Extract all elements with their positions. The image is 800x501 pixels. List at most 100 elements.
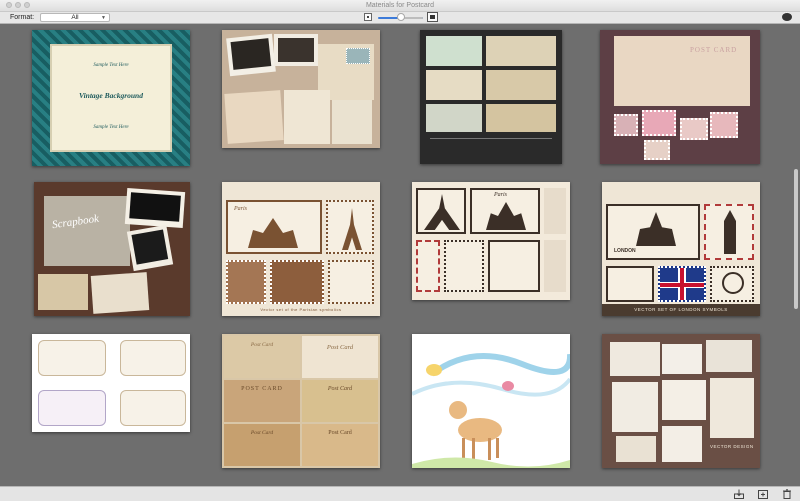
luggage-tag — [38, 340, 106, 376]
paris-label: Paris — [494, 192, 508, 198]
template-card — [426, 36, 482, 66]
vintage-frame: Sample Text Here Vintage Background Samp… — [50, 44, 172, 152]
title-bar: Materials for Postcard — [0, 0, 800, 12]
stamp — [328, 260, 374, 304]
photo-frame — [226, 33, 276, 77]
chevron-down-icon: ▼ — [101, 15, 106, 21]
sacre-coeur-icon — [486, 202, 526, 230]
eiffel-tower-icon — [342, 208, 362, 250]
post-card-label: Post Card — [250, 342, 274, 348]
format-select[interactable]: All ▼ — [40, 13, 110, 22]
big-ben-icon — [724, 210, 736, 254]
postcard: POST CARD — [614, 36, 750, 106]
eiffel-stamp — [416, 188, 466, 234]
stamp — [444, 240, 484, 292]
stamp — [544, 240, 566, 292]
stamp — [270, 260, 324, 304]
thumbnail-deer-illustration[interactable] — [412, 334, 570, 468]
thumbnail-photo-frames[interactable] — [222, 30, 380, 148]
paper-card — [706, 340, 752, 372]
clock-icon — [722, 272, 744, 294]
paper-card — [710, 378, 754, 438]
window-title: Materials for Postcard — [365, 2, 435, 9]
sample-text-top: Sample Text Here — [93, 63, 129, 68]
paper-note — [284, 90, 330, 144]
dome-stamp — [488, 240, 540, 292]
luggage-tag — [120, 390, 186, 426]
thumbnail-post-cards-set[interactable]: Post Card Post Card POST CARD Post Card … — [222, 334, 380, 468]
tower-stamp — [416, 240, 440, 292]
london-caption: VECTOR SET OF LONDON SYMBOLS — [602, 304, 760, 316]
post-card: Post Card — [302, 424, 378, 466]
thumbnail-paris-stamps[interactable]: Paris Vector set of the Parisian symboli… — [222, 182, 380, 316]
small-thumbnail-icon[interactable] — [364, 13, 372, 21]
thumbnail-london-stamps[interactable]: LONDON VECTOR SET OF LONDON SYMBOLS — [602, 182, 760, 316]
post-card: Post Card — [224, 336, 300, 378]
vector-design-label: VECTOR DESIGN — [710, 444, 754, 449]
paper-card — [612, 382, 658, 432]
thumbnail-grid: Sample Text Here Vintage Background Samp… — [0, 24, 792, 486]
stamp — [710, 112, 738, 138]
paper-card — [662, 426, 702, 462]
thumbnail-papers-collage[interactable]: VECTOR DESIGN — [602, 334, 760, 468]
paper-card — [610, 342, 660, 376]
template-card — [426, 70, 482, 100]
post-card-text: POST CARD — [690, 46, 738, 54]
vintage-background-title: Vintage Background — [79, 91, 143, 100]
london-stamp: LONDON — [606, 204, 700, 260]
scrapbook-label: Scrapbook — [51, 212, 100, 232]
paper-card — [616, 436, 656, 462]
photo-frame — [126, 224, 174, 272]
toolbar: Format: All ▼ — [0, 8, 800, 24]
post-card-label: POST CARD — [241, 386, 283, 392]
big-ben-stamp — [704, 204, 754, 260]
deer-illustration-art — [412, 353, 570, 468]
thumbnail-vintage-background[interactable]: Sample Text Here Vintage Background Samp… — [32, 30, 190, 166]
eiffel-tower-icon — [424, 194, 460, 230]
tower-bridge-stamp — [606, 266, 654, 302]
luggage-tag — [120, 340, 186, 376]
vertical-scrollbar[interactable] — [792, 24, 800, 486]
template-card — [486, 36, 556, 66]
download-icon[interactable] — [734, 489, 744, 499]
post-card-label: Post Card — [328, 430, 352, 436]
post-card: POST CARD — [224, 380, 300, 422]
scrollbar-thumb[interactable] — [794, 169, 798, 309]
union-jack-stamp — [658, 266, 706, 302]
paris-stamp: Paris — [226, 200, 322, 254]
template-card — [486, 104, 556, 132]
large-thumbnail-icon[interactable] — [427, 12, 438, 22]
scrapbook-paper: Scrapbook — [44, 196, 130, 266]
thumbnail-postcard-templates[interactable] — [420, 30, 562, 164]
post-card-label: Post Card — [250, 430, 274, 436]
envelope — [224, 90, 284, 144]
stamp — [544, 188, 566, 234]
stamp — [642, 110, 676, 136]
post-card-label: Post Card — [326, 344, 354, 351]
paris-label: Paris — [234, 206, 248, 212]
post-card: Post Card — [302, 336, 378, 378]
stamp — [680, 118, 708, 140]
sacre-coeur-icon — [248, 218, 298, 248]
slider-knob[interactable] — [396, 13, 405, 21]
eiffel-stamp — [326, 200, 374, 254]
paper-scrap — [38, 274, 88, 310]
ornament-strip — [430, 138, 552, 159]
thumbnail-scrapbook[interactable]: Scrapbook — [34, 182, 190, 316]
paris-stamp: Paris — [470, 188, 540, 234]
chat-bubble-icon[interactable] — [782, 8, 792, 21]
thumbnail-luggage-tags[interactable] — [32, 334, 190, 432]
add-to-folder-icon[interactable] — [758, 489, 768, 499]
st-pauls-icon — [636, 212, 676, 246]
trash-icon[interactable] — [782, 489, 792, 499]
thumbnail-post-card-stamps[interactable]: POST CARD — [600, 30, 760, 164]
paper-card — [662, 380, 706, 420]
bottom-bar — [0, 486, 800, 501]
paper-card — [662, 344, 702, 374]
post-card: Post Card — [224, 424, 300, 466]
format-label: Format: — [10, 14, 35, 21]
stamp — [226, 260, 266, 304]
post-card: Post Card — [302, 380, 378, 422]
format-select-value: All — [71, 14, 79, 21]
thumbnail-paris-stamps-2[interactable]: Paris — [412, 182, 570, 300]
